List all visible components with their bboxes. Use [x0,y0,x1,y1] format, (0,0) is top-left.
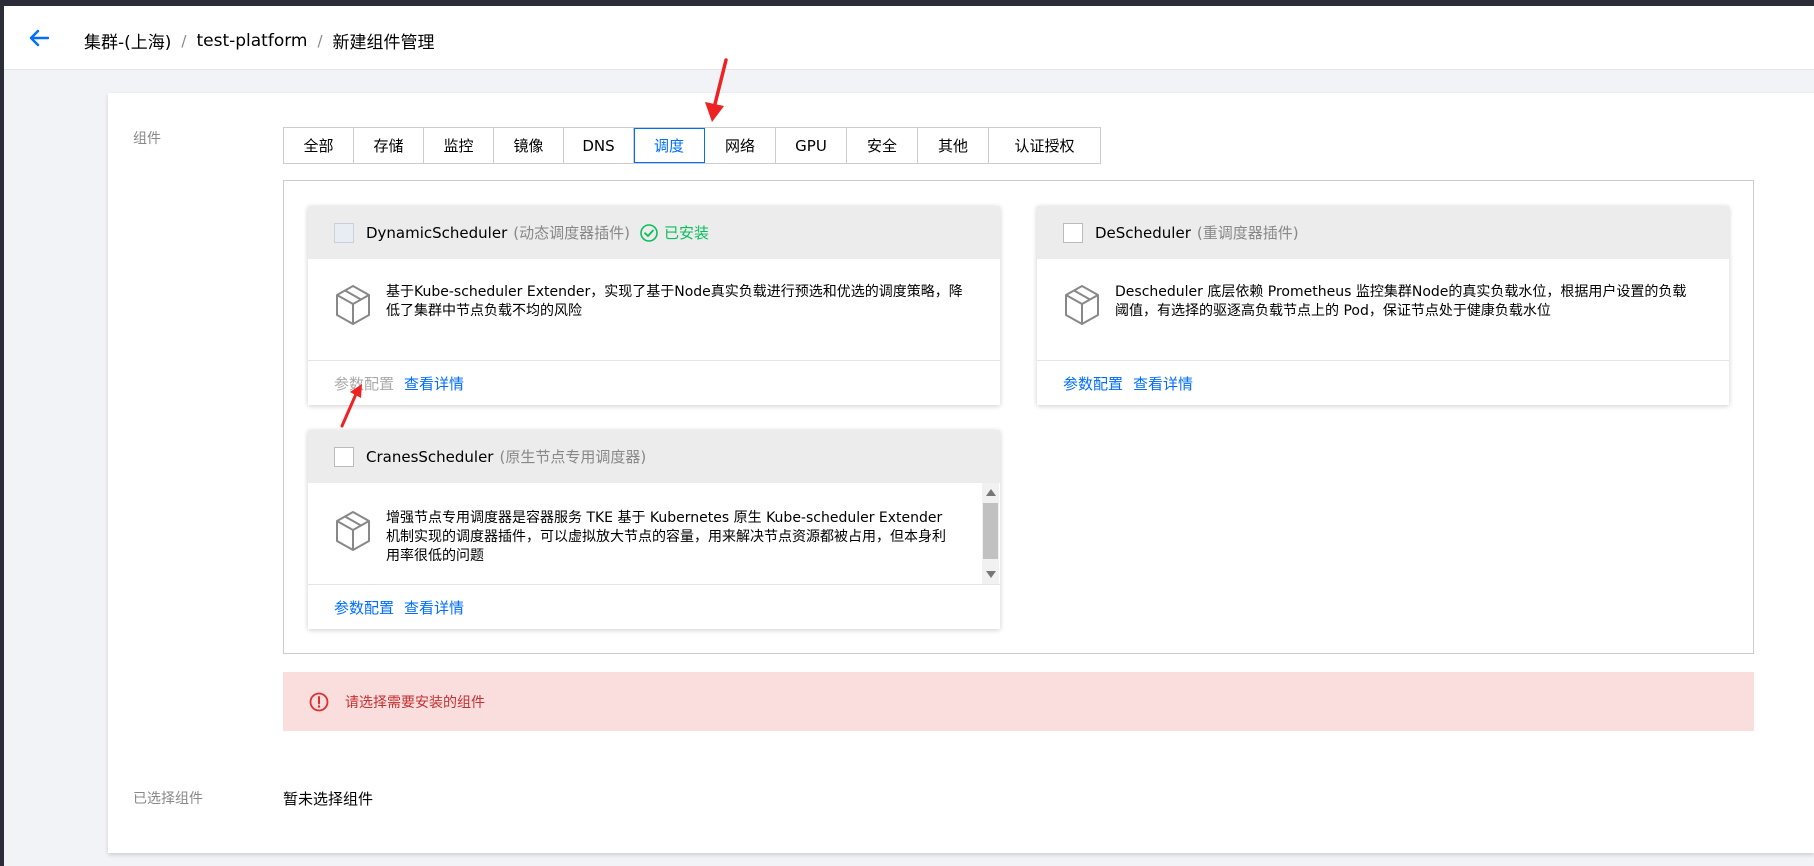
breadcrumb-separator: / [317,31,323,50]
detail-link[interactable]: 查看详情 [404,373,464,394]
component-subtitle: (重调度器插件) [1196,224,1299,242]
component-checkbox[interactable] [1063,222,1083,243]
tab-network[interactable]: 网络 [705,128,776,163]
tab-monitoring[interactable]: 监控 [424,128,494,163]
tab-dns[interactable]: DNS [564,128,634,163]
tab-other[interactable]: 其他 [918,128,989,163]
component-subtitle: (动态调度器插件) [513,224,630,242]
back-button[interactable] [24,23,54,53]
cube-icon [336,511,370,551]
selected-field-label: 已选择组件 [133,791,203,807]
scroll-down-arrow-icon[interactable] [986,571,996,578]
component-category-tabs: 全部 存储 监控 镜像 DNS 调度 网络 GPU 安全 其他 认证授权 [283,127,1101,164]
config-link[interactable]: 参数配置 [334,597,394,618]
component-description: Descheduler 底层依赖 Prometheus 监控集群Node的真实负… [1115,284,1687,319]
window-left-strip [0,6,4,866]
selected-components-value: 暂未选择组件 [283,790,374,808]
component-card-descheduler: DeScheduler (重调度器插件) Descheduler 底层依赖 Pr… [1037,206,1729,405]
breadcrumb-cluster[interactable]: 集群-(上海) [84,28,171,53]
component-checkbox [334,222,354,243]
component-name: CranesScheduler [366,447,494,466]
card-scroll-area[interactable]: 增强节点专用调度器是容器服务 TKE 基于 Kubernetes 原生 Kube… [308,483,1000,584]
tab-security[interactable]: 安全 [847,128,918,163]
page-title: 新建组件管理 [332,33,435,53]
tab-image[interactable]: 镜像 [494,128,564,163]
component-card-cranesscheduler: CranesScheduler (原生节点专用调度器) 增强节点专用调度器是容器… [308,430,1000,629]
component-subtitle: (原生节点专用调度器) [499,448,647,466]
card-body: Descheduler 底层依赖 Prometheus 监控集群Node的真实负… [1037,259,1729,327]
card-header: DynamicScheduler (动态调度器插件) 已安装 [308,206,1000,259]
component-description: 基于Kube-scheduler Extender，实现了基于Node真实负载进… [386,284,963,319]
cube-icon [336,285,370,325]
card-body: 增强节点专用调度器是容器服务 TKE 基于 Kubernetes 原生 Kube… [308,483,1000,566]
component-field-label: 组件 [133,131,161,147]
card-scrollbar[interactable] [982,483,999,584]
installed-status: 已安装 [640,222,709,243]
check-circle-icon [640,223,658,242]
detail-link[interactable]: 查看详情 [1133,373,1193,394]
tab-auth[interactable]: 认证授权 [989,128,1100,163]
error-alert: 请选择需要安装的组件 [283,672,1754,731]
tab-storage[interactable]: 存储 [354,128,424,163]
cube-icon [1065,285,1099,325]
breadcrumb-separator: / [181,31,187,50]
card-footer: 参数配置 查看详情 [308,584,1000,629]
detail-link[interactable]: 查看详情 [404,597,464,618]
card-header: DeScheduler (重调度器插件) [1037,206,1729,259]
component-name: DeScheduler [1095,223,1191,242]
tab-gpu[interactable]: GPU [776,128,847,163]
card-body: 基于Kube-scheduler Extender，实现了基于Node真实负载进… [308,259,1000,327]
installed-label: 已安装 [663,224,709,242]
error-circle-icon [309,692,329,711]
breadcrumb-cluster-id[interactable]: test-platform [196,31,307,51]
component-name: DynamicScheduler [366,223,508,242]
config-link: 参数配置 [334,374,395,393]
config-link[interactable]: 参数配置 [1063,373,1123,394]
alert-message: 请选择需要安装的组件 [345,694,485,711]
arrow-left-icon [29,29,49,47]
card-header: CranesScheduler (原生节点专用调度器) [308,430,1000,483]
component-card-dynamicscheduler: DynamicScheduler (动态调度器插件) 已安装 基于Kube-sc… [308,206,1000,405]
scrollbar-thumb[interactable] [983,503,998,559]
page-header: 集群-(上海) / test-platform / 新建组件管理 [4,6,1814,70]
card-footer: 参数配置 查看详情 [308,360,1000,405]
breadcrumb: 集群-(上海) / test-platform / 新建组件管理 [84,28,435,54]
card-footer: 参数配置 查看详情 [1037,360,1729,405]
scroll-up-arrow-icon[interactable] [986,489,996,496]
tab-all[interactable]: 全部 [284,128,354,163]
tab-scheduling[interactable]: 调度 [634,128,705,163]
component-checkbox[interactable] [334,446,354,467]
component-description: 增强节点专用调度器是容器服务 TKE 基于 Kubernetes 原生 Kube… [386,510,946,564]
